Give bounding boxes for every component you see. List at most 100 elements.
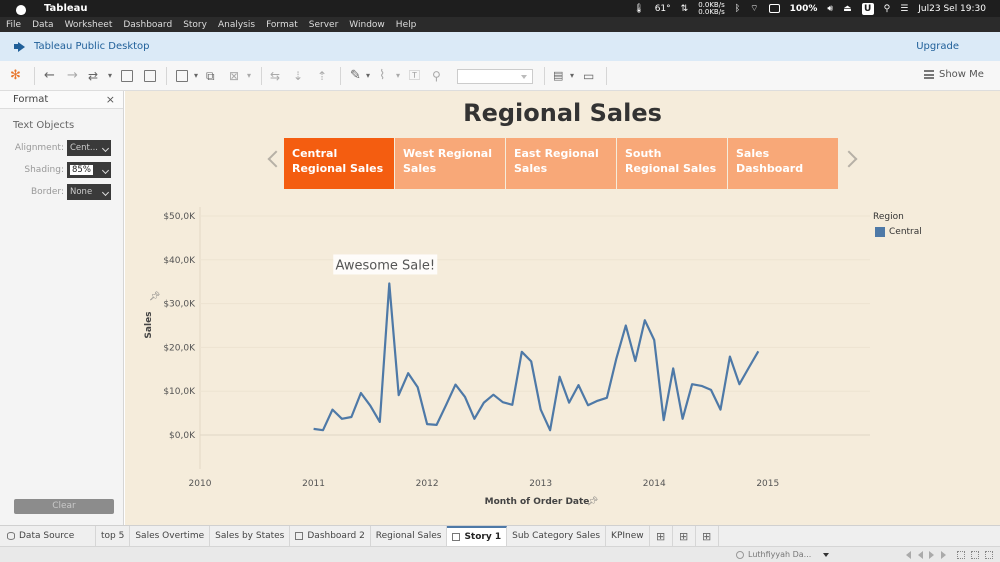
battery-percent: 100%	[789, 3, 818, 14]
shading-dropdown[interactable]: 85%	[67, 162, 111, 178]
bluetooth-icon[interactable]: ᛒ	[735, 4, 740, 14]
menu-file[interactable]: File	[6, 20, 21, 30]
clear-dropdown-icon[interactable]: ▾	[247, 69, 251, 83]
next-sheet-icon[interactable]	[929, 551, 935, 559]
group-dropdown-icon[interactable]: ▾	[396, 69, 400, 83]
y-tick-label: $50,0K	[163, 212, 196, 222]
chevron-down-icon	[823, 552, 830, 557]
swap-icon[interactable]: ⇆	[270, 69, 280, 83]
highlight-dropdown-icon[interactable]: ▾	[366, 69, 370, 83]
menu-format[interactable]: Format	[266, 20, 298, 30]
tab-label: Sub Category Sales	[512, 531, 601, 541]
redo-icon[interactable]: →	[67, 69, 78, 83]
alignment-dropdown[interactable]: Cent...	[67, 140, 111, 156]
story-point-central[interactable]: Central Regional Sales	[284, 138, 394, 189]
presentation-mode-icon[interactable]: ▭	[583, 69, 594, 83]
tab-dashboard-2[interactable]: Dashboard 2	[290, 526, 371, 546]
show-cards-icon[interactable]: ▤	[553, 69, 563, 83]
control-center-icon[interactable]: ☰	[900, 4, 908, 14]
story-point-south[interactable]: South Regional Sales	[617, 138, 727, 189]
legend-item-central[interactable]: Central	[875, 227, 922, 237]
menu-analysis[interactable]: Analysis	[218, 20, 255, 30]
spotlight-search-icon[interactable]: ⚲	[884, 4, 891, 14]
tab-top-5[interactable]: top 5	[96, 526, 131, 546]
first-sheet-icon[interactable]	[905, 551, 911, 559]
alignment-value: Cent...	[70, 143, 98, 153]
story-point-west[interactable]: West Regional Sales	[395, 138, 505, 189]
duplicate-sheet-icon[interactable]: ⧉	[206, 69, 215, 83]
toolbar-separator	[606, 67, 607, 85]
mac-menu-bar: Tableau 🌡︎ 61° ⇅ 0.0KB/s 0.0KB/s ᛒ ⌔ 100…	[0, 0, 1000, 17]
display-icon[interactable]	[768, 4, 780, 13]
menu-story[interactable]: Story	[183, 20, 207, 30]
show-sheet-sorter-icon[interactable]	[957, 551, 965, 559]
mac-app-name[interactable]: Tableau	[44, 3, 88, 14]
tab-sales-by-states[interactable]: Sales by States	[210, 526, 291, 546]
pin-icon[interactable]: ⚲	[432, 69, 441, 83]
last-sheet-icon[interactable]	[941, 551, 947, 559]
new-story-tab-icon[interactable]: ⊞	[696, 526, 719, 546]
eject-icon[interactable]: ⏏	[843, 4, 852, 14]
story-next-arrow-icon[interactable]	[840, 150, 858, 168]
close-icon[interactable]: ×	[106, 93, 115, 106]
menu-data[interactable]: Data	[32, 20, 54, 30]
show-me-label: Show Me	[939, 69, 984, 80]
menu-help[interactable]: Help	[396, 20, 417, 30]
tab-label: Regional Sales	[375, 531, 442, 541]
tab-kpinew[interactable]: KPInew	[606, 526, 650, 546]
group-icon[interactable]: ⌇	[379, 69, 385, 83]
upgrade-link[interactable]: Upgrade	[916, 41, 959, 52]
clear-button[interactable]: Clear	[14, 499, 114, 514]
new-worksheet-tab-icon[interactable]: ⊞	[650, 526, 673, 546]
border-dropdown[interactable]: None	[67, 184, 111, 200]
fit-dropdown[interactable]	[457, 69, 533, 84]
tab-label: Sales Overtime	[135, 531, 205, 541]
new-worksheet-dropdown-icon[interactable]: ▾	[194, 69, 198, 83]
show-cards-dropdown-icon[interactable]: ▾	[570, 69, 574, 83]
show-me-button[interactable]: Show Me	[924, 69, 984, 80]
sort-ascending-icon[interactable]: ⇣	[293, 69, 303, 83]
sort-descending-icon[interactable]: ⇡	[317, 69, 327, 83]
tab-story-1[interactable]: Story 1	[447, 526, 508, 546]
menu-dashboard[interactable]: Dashboard	[123, 20, 172, 30]
new-dashboard-tab-icon[interactable]: ⊞	[673, 526, 696, 546]
tab-sales-overtime[interactable]: Sales Overtime	[130, 526, 211, 546]
menu-window[interactable]: Window	[349, 20, 385, 30]
tableau-logo-icon[interactable]: ✻	[10, 69, 21, 83]
x-axis-pin-icon: 📌︎	[587, 496, 598, 507]
shading-label: Shading:	[24, 165, 64, 175]
show-filmstrip-icon[interactable]	[971, 551, 979, 559]
tab-regional-sales[interactable]: Regional Sales	[371, 526, 448, 546]
sales-line-chart[interactable]: $0,0K $10,0K $20,0K $30,0K $40,0K $50,0K 2010 2…	[125, 199, 1000, 517]
replay-dropdown-icon[interactable]: ▾	[108, 69, 112, 83]
database-icon	[7, 532, 15, 540]
previous-sheet-icon[interactable]	[917, 551, 923, 559]
new-datasource-icon[interactable]	[144, 70, 156, 82]
user-menu[interactable]: Luthfiyyah Da...	[736, 550, 830, 559]
wifi-icon[interactable]: ⌔	[750, 3, 758, 14]
undo-icon[interactable]: ←	[44, 69, 55, 83]
shading-value: 85%	[70, 165, 93, 175]
clear-sheet-icon[interactable]: ⊠	[229, 69, 239, 83]
story-title[interactable]: Regional Sales	[125, 99, 1000, 127]
story-prev-arrow-icon[interactable]	[267, 150, 285, 168]
show-tabs-icon[interactable]	[985, 551, 993, 559]
menu-server[interactable]: Server	[309, 20, 339, 30]
volume-icon[interactable]: 🔊︎	[827, 4, 833, 14]
new-worksheet-icon[interactable]	[176, 70, 188, 82]
y-axis-pin-icon: 📌︎	[149, 291, 160, 302]
save-icon[interactable]	[121, 70, 133, 82]
apple-icon[interactable]	[14, 3, 28, 15]
story-point-dashboard[interactable]: Sales Dashboard	[728, 138, 838, 189]
replay-icon[interactable]: ⇄	[88, 69, 98, 83]
tab-data-source[interactable]: Data Source	[0, 526, 96, 546]
highlight-icon[interactable]: ✎	[350, 69, 361, 83]
datetime[interactable]: Jul23 Sel 19:30	[918, 4, 986, 14]
story-canvas: Regional Sales Central Regional Sales We…	[125, 91, 1000, 525]
user-badge-icon[interactable]: U	[861, 2, 874, 15]
tab-sub-category-sales[interactable]: Sub Category Sales	[507, 526, 607, 546]
menu-worksheet[interactable]: Worksheet	[65, 20, 113, 30]
label-icon[interactable]: 🅃	[409, 69, 420, 83]
story-point-east[interactable]: East Regional Sales	[506, 138, 616, 189]
network-stats: 0.0KB/s 0.0KB/s	[698, 1, 725, 16]
